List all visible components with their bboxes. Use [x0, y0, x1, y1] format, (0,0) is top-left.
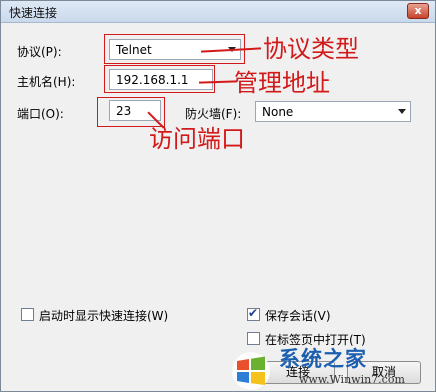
firewall-select[interactable]: None [255, 101, 411, 122]
quick-connect-dialog: 快速连接 x 协议(P): Telnet 主机名(H): 192.168.1.1… [0, 0, 436, 392]
annotation-protocol-type: 协议类型 [263, 35, 359, 63]
protocol-label: 协议(P): [17, 45, 62, 59]
windows-logo-icon [232, 352, 270, 390]
title-bar: 快速连接 x [1, 1, 435, 23]
open-in-tab-checkbox[interactable] [247, 332, 260, 345]
close-button[interactable]: x [407, 3, 429, 19]
watermark-brand: 系统之家 [279, 347, 367, 371]
firewall-value: None [262, 105, 294, 119]
port-label: 端口(O): [17, 107, 64, 121]
window-title: 快速连接 [9, 6, 58, 20]
annotation-manage-address: 管理地址 [234, 69, 330, 97]
save-session-checkbox[interactable] [247, 306, 260, 321]
startup-show-label: 启动时显示快速连接(W) [39, 309, 169, 323]
save-session-label: 保存会话(V) [265, 309, 331, 323]
startup-show-checkbox[interactable] [21, 308, 34, 321]
hostname-label: 主机名(H): [17, 75, 76, 89]
watermark-url: www.Winwin7.com [299, 373, 405, 386]
hostname-pointer-line [198, 80, 238, 84]
hostname-highlight-box [104, 65, 215, 93]
annotation-access-port: 访问端口 [149, 125, 245, 153]
chevron-down-icon[interactable] [398, 109, 406, 114]
